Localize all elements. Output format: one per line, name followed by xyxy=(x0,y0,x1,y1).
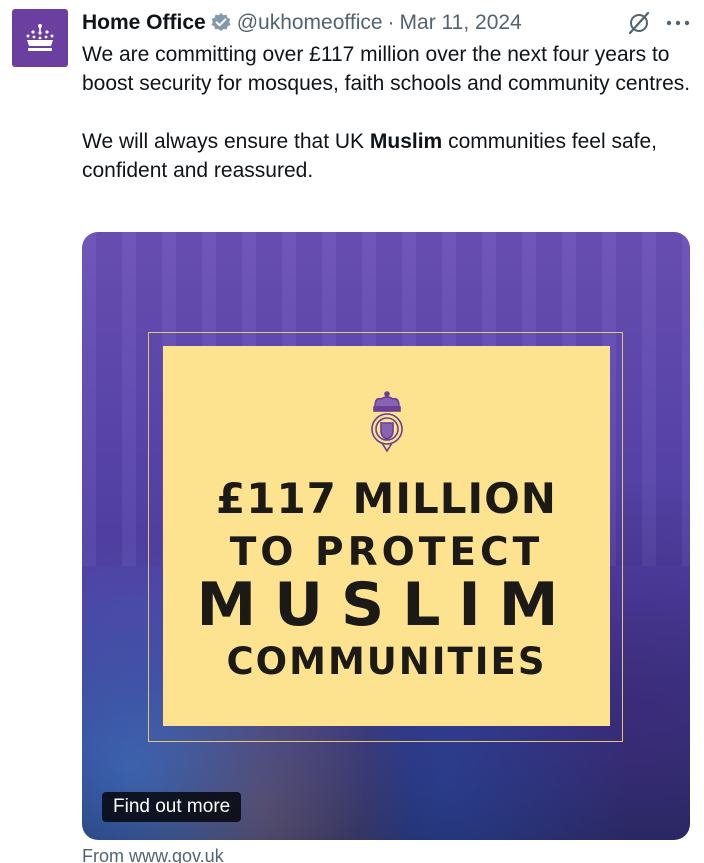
find-out-more-button[interactable]: Find out more xyxy=(102,792,242,822)
tweet-header: Home Office @ukhomeoffice · Mar 11, 2024 xyxy=(82,8,690,38)
author-handle[interactable]: @ukhomeoffice xyxy=(237,9,383,37)
poster-line-muslim: MUSLIM xyxy=(196,570,577,640)
more-options-icon[interactable] xyxy=(666,18,690,28)
poster-panel: £117 MILLION TO PROTECT MUSLIM COMMUNITI… xyxy=(163,346,610,726)
link-source[interactable]: From www.gov.uk xyxy=(82,845,224,863)
tweet-paragraph-1: We are committing over £117 million over… xyxy=(82,43,691,95)
grok-icon[interactable] xyxy=(626,10,652,36)
avatar[interactable] xyxy=(12,9,68,67)
link-card[interactable]: £117 MILLION TO PROTECT MUSLIM COMMUNITI… xyxy=(82,232,690,840)
royal-crest-icon xyxy=(371,391,403,453)
tweet-paragraph-2: We will always ensure that UK Muslim com… xyxy=(82,127,694,185)
author-name[interactable]: Home Office xyxy=(82,9,206,37)
tweet-text-part: We will always ensure that UK xyxy=(82,130,370,153)
tweet-text: We are committing over £117 million over… xyxy=(82,40,694,185)
verified-badge-icon[interactable] xyxy=(210,12,232,34)
hashtag-muslim[interactable]: Muslim xyxy=(370,130,442,153)
crown-icon xyxy=(26,24,54,51)
separator-dot: · xyxy=(387,11,395,34)
poster-line-communities: COMMUNITIES xyxy=(226,640,547,683)
post-date[interactable]: Mar 11, 2024 xyxy=(400,9,522,37)
poster-amount: £117 MILLION xyxy=(216,474,557,523)
